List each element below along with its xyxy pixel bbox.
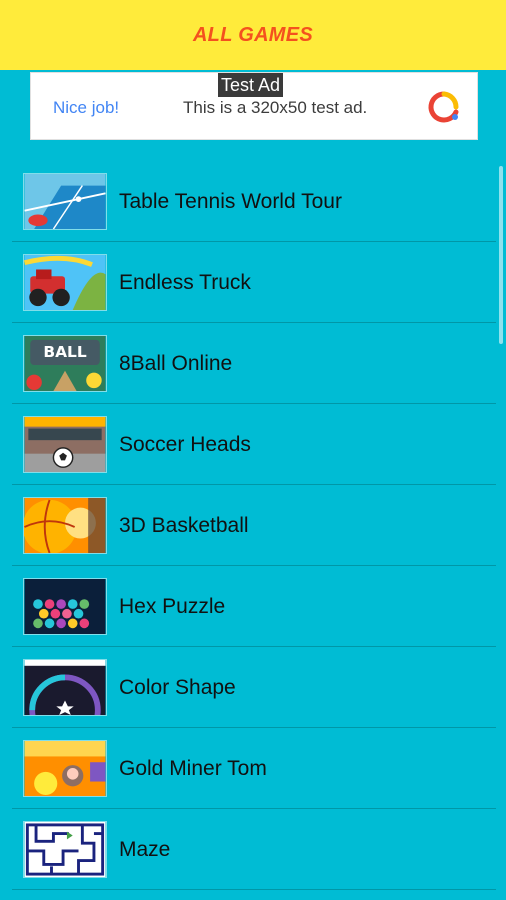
list-item[interactable]: 3D Basketball <box>12 486 496 566</box>
game-name: Maze <box>119 837 171 861</box>
game-name: 3D Basketball <box>119 513 249 537</box>
hexagon-icon <box>24 579 106 634</box>
truck-icon <box>24 255 106 310</box>
app-header: ALL GAMES <box>0 0 506 70</box>
game-thumbnail <box>23 416 107 473</box>
game-thumbnail: BALL <box>23 335 107 392</box>
games-list[interactable]: Table Tennis World Tour Endless Truck BA… <box>0 141 506 900</box>
game-thumbnail <box>23 659 107 716</box>
list-item[interactable]: Color Shape <box>12 648 496 728</box>
list-item[interactable]: Hex Puzzle <box>12 567 496 647</box>
test-ad-banner[interactable]: Test Ad Nice job! This is a 320x50 test … <box>30 72 478 140</box>
game-name: Soccer Heads <box>119 432 251 456</box>
game-name: Table Tennis World Tour <box>119 189 342 213</box>
game-name: Endless Truck <box>119 270 251 294</box>
color-ring-icon <box>24 660 106 715</box>
game-thumbnail <box>23 254 107 311</box>
admob-logo-icon <box>428 91 459 123</box>
ad-label: Test Ad <box>218 73 284 97</box>
game-thumbnail <box>23 578 107 635</box>
game-thumbnail <box>23 497 107 554</box>
list-scrollbar[interactable] <box>499 166 503 344</box>
page-title: ALL GAMES <box>192 23 314 46</box>
basketball-icon <box>24 498 106 553</box>
ad-text: This is a 320x50 test ad. <box>183 98 368 117</box>
thumb-logo-text: BALL <box>43 343 87 361</box>
list-item[interactable]: BALL 8Ball Online <box>12 324 496 404</box>
list-item[interactable]: Table Tennis World Tour <box>12 162 496 242</box>
game-thumbnail <box>23 173 107 230</box>
gold-miner-icon <box>24 741 106 796</box>
list-item[interactable]: Endless Truck <box>12 243 496 323</box>
game-thumbnail <box>23 740 107 797</box>
billiard-ball-icon: BALL <box>24 336 106 391</box>
soccer-ball-icon <box>24 417 106 472</box>
list-item[interactable]: Gold Miner Tom <box>12 729 496 809</box>
game-name: Hex Puzzle <box>119 594 226 618</box>
game-name: Gold Miner Tom <box>119 756 267 780</box>
list-item[interactable]: Soccer Heads <box>12 405 496 485</box>
ad-nice-text: Nice job! <box>53 98 120 117</box>
game-name: Color Shape <box>119 675 236 699</box>
game-name: 8Ball Online <box>119 351 233 375</box>
list-item[interactable]: Maze <box>12 810 496 890</box>
table-tennis-icon <box>24 174 106 229</box>
maze-icon <box>24 822 106 877</box>
game-thumbnail <box>23 821 107 878</box>
